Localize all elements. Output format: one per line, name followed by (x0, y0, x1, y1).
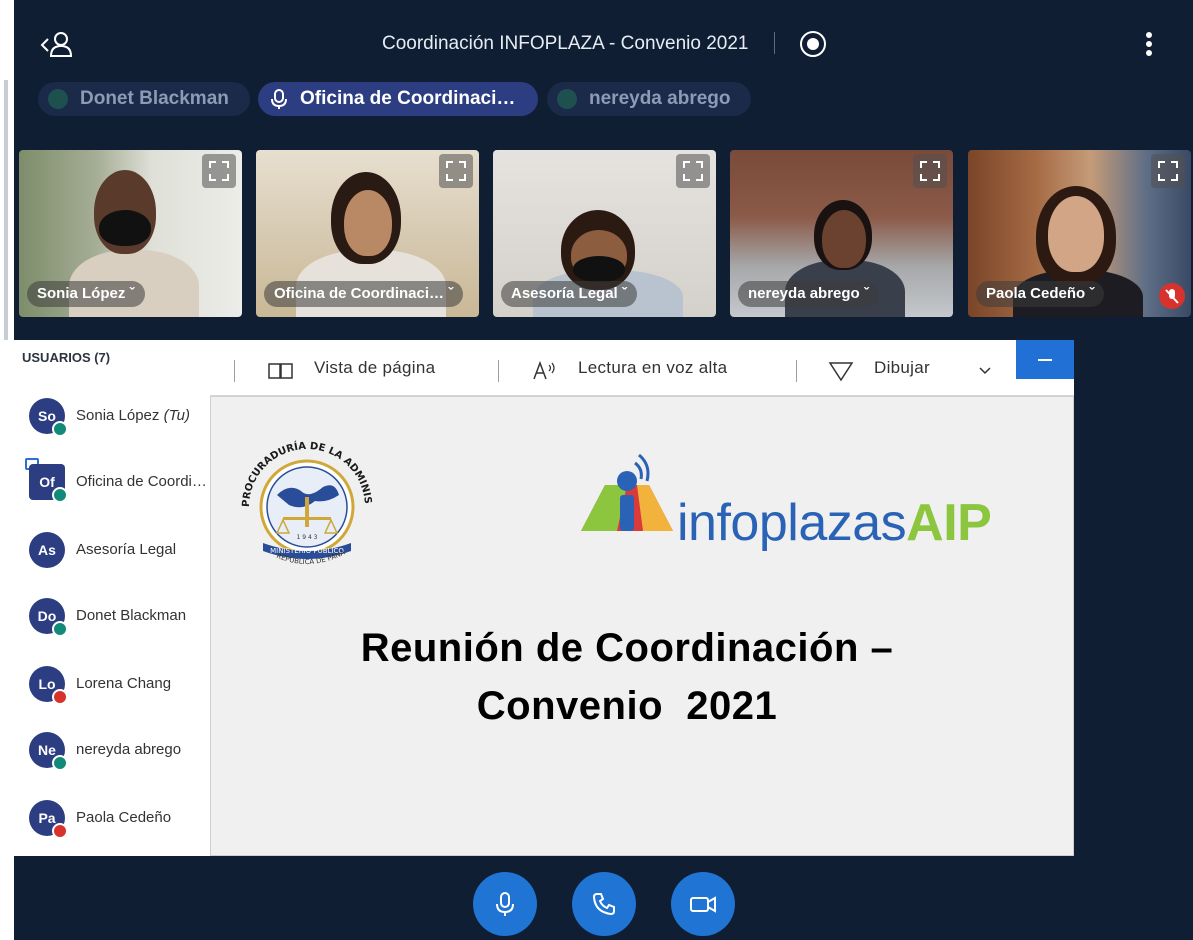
user-name: Oficina de Coordina… (76, 473, 208, 490)
camera-button[interactable] (671, 872, 735, 936)
mic-on-icon (52, 487, 68, 503)
users-panel: USUARIOS (7) So Sonia López (Tu) Of Ofic… (14, 340, 210, 856)
user-name: nereyda abrego (76, 741, 182, 758)
slide-title-line: Convenio 2021 (476, 684, 778, 728)
back-user-icon[interactable] (39, 30, 75, 58)
chevron-down-icon[interactable] (978, 366, 992, 376)
shared-screen: Vista de página Lectura en voz alta Dibu… (210, 340, 1074, 856)
divider (774, 32, 775, 54)
mic-on-icon (52, 421, 68, 437)
left-gutter (0, 0, 14, 940)
tile-name: Paola Cedeño ˇ (976, 281, 1105, 307)
divider (498, 360, 499, 382)
procuraduria-seal-logo: PROCURADURÍA DE LA ADMINISTRACIÓN 1 9 4 … (227, 425, 373, 566)
mic-on-icon (52, 755, 68, 771)
slide-title: Reunión de Coordinación – Convenio 2021 (211, 619, 1043, 735)
divider (234, 360, 235, 382)
video-camera-icon (690, 896, 716, 913)
speaker-pill[interactable]: Donet Blackman (38, 82, 250, 116)
speaker-name: nereyda abrego (589, 88, 731, 109)
microphone-icon (271, 89, 287, 109)
meeting-app: Coordinación INFOPLAZA - Convenio 2021 D… (14, 0, 1193, 940)
scrollbar[interactable] (4, 80, 8, 340)
user-item[interactable]: Do Donet Blackman (14, 594, 210, 654)
video-tile[interactable]: Paola Cedeño ˇ (968, 150, 1191, 317)
user-name: Lorena Chang (76, 675, 172, 692)
person-head (1048, 196, 1104, 272)
meeting-title: Coordinación INFOPLAZA - Convenio 2021 (382, 33, 749, 54)
tile-name: Oficina de Coordinaci… ˇ (264, 281, 464, 307)
info-icon (581, 453, 673, 531)
speaker-pill-active[interactable]: Oficina de Coordinaci… (258, 82, 538, 116)
expand-icon[interactable] (439, 154, 473, 188)
video-tile[interactable]: Oficina de Coordinaci… ˇ (256, 150, 479, 317)
mic-muted-icon (52, 689, 68, 705)
microphone-button[interactable] (473, 872, 537, 936)
expand-icon[interactable] (1151, 154, 1185, 188)
page-view-icon (268, 363, 293, 379)
face-mask (573, 256, 625, 282)
microphone-icon (496, 892, 514, 916)
person-head (822, 210, 866, 268)
user-item[interactable]: Pa Paola Cedeño (14, 796, 210, 856)
tile-name: nereyda abrego ˇ (738, 281, 879, 307)
speaker-name: Oficina de Coordinaci… (300, 88, 516, 109)
face-mask (99, 210, 151, 246)
mic-muted-icon (52, 823, 68, 839)
video-tile[interactable]: Asesoría Legal ˇ (493, 150, 716, 317)
seal-year: 1 9 4 3 (297, 534, 318, 541)
user-item[interactable]: As Asesoría Legal (14, 528, 210, 588)
divider (796, 360, 797, 382)
user-item[interactable]: So Sonia López (Tu) (14, 394, 210, 454)
user-name: Asesoría Legal (76, 541, 177, 558)
expand-icon[interactable] (913, 154, 947, 188)
leave-call-button[interactable] (572, 872, 636, 936)
person-head (344, 190, 392, 256)
speaker-name: Donet Blackman (80, 88, 229, 109)
slide-title-line: Reunión de Coordinación – (360, 626, 894, 670)
video-tile[interactable]: nereyda abrego ˇ (730, 150, 953, 317)
phone-icon (592, 893, 615, 916)
tile-name: Sonia López ˇ (27, 281, 145, 307)
user-item[interactable]: Lo Lorena Chang (14, 662, 210, 722)
speaker-dot (48, 89, 68, 109)
infoplazas-logo: infoplazasAIP (577, 433, 1029, 552)
tile-name: Asesoría Legal ˇ (501, 281, 637, 307)
reader-toolbar: Vista de página Lectura en voz alta Dibu… (210, 340, 1074, 396)
expand-icon[interactable] (202, 154, 236, 188)
user-name: Sonia López (Tu) (76, 407, 190, 424)
presentation-slide: PROCURADURÍA DE LA ADMINISTRACIÓN 1 9 4 … (210, 396, 1074, 856)
expand-icon[interactable] (676, 154, 710, 188)
mic-on-icon (52, 621, 68, 637)
record-icon[interactable] (800, 31, 826, 57)
read-aloud-button[interactable]: Lectura en voz alta (578, 358, 727, 378)
users-panel-title: USUARIOS (7) (22, 350, 111, 365)
brand-text: infoplazasAIP (677, 494, 992, 552)
avatar: As (29, 532, 65, 568)
speaker-pill[interactable]: nereyda abrego (547, 82, 751, 116)
user-item[interactable]: Of Oficina de Coordina… (14, 458, 210, 520)
video-tile[interactable]: Sonia López ˇ (19, 150, 242, 317)
draw-button[interactable]: Dibujar (874, 358, 930, 378)
user-name: Donet Blackman (76, 607, 187, 624)
draw-icon (828, 362, 854, 382)
page-view-button[interactable]: Vista de página (314, 358, 435, 378)
top-bar: Coordinación INFOPLAZA - Convenio 2021 (14, 0, 1193, 80)
more-options-icon[interactable] (1139, 32, 1159, 60)
minimize-button[interactable] (1016, 340, 1074, 379)
read-aloud-icon (533, 360, 555, 380)
speaker-dot (557, 89, 577, 109)
mic-muted-icon (1159, 283, 1185, 309)
user-item[interactable]: Ne nereyda abrego (14, 728, 210, 788)
user-name: Paola Cedeño (76, 809, 172, 826)
